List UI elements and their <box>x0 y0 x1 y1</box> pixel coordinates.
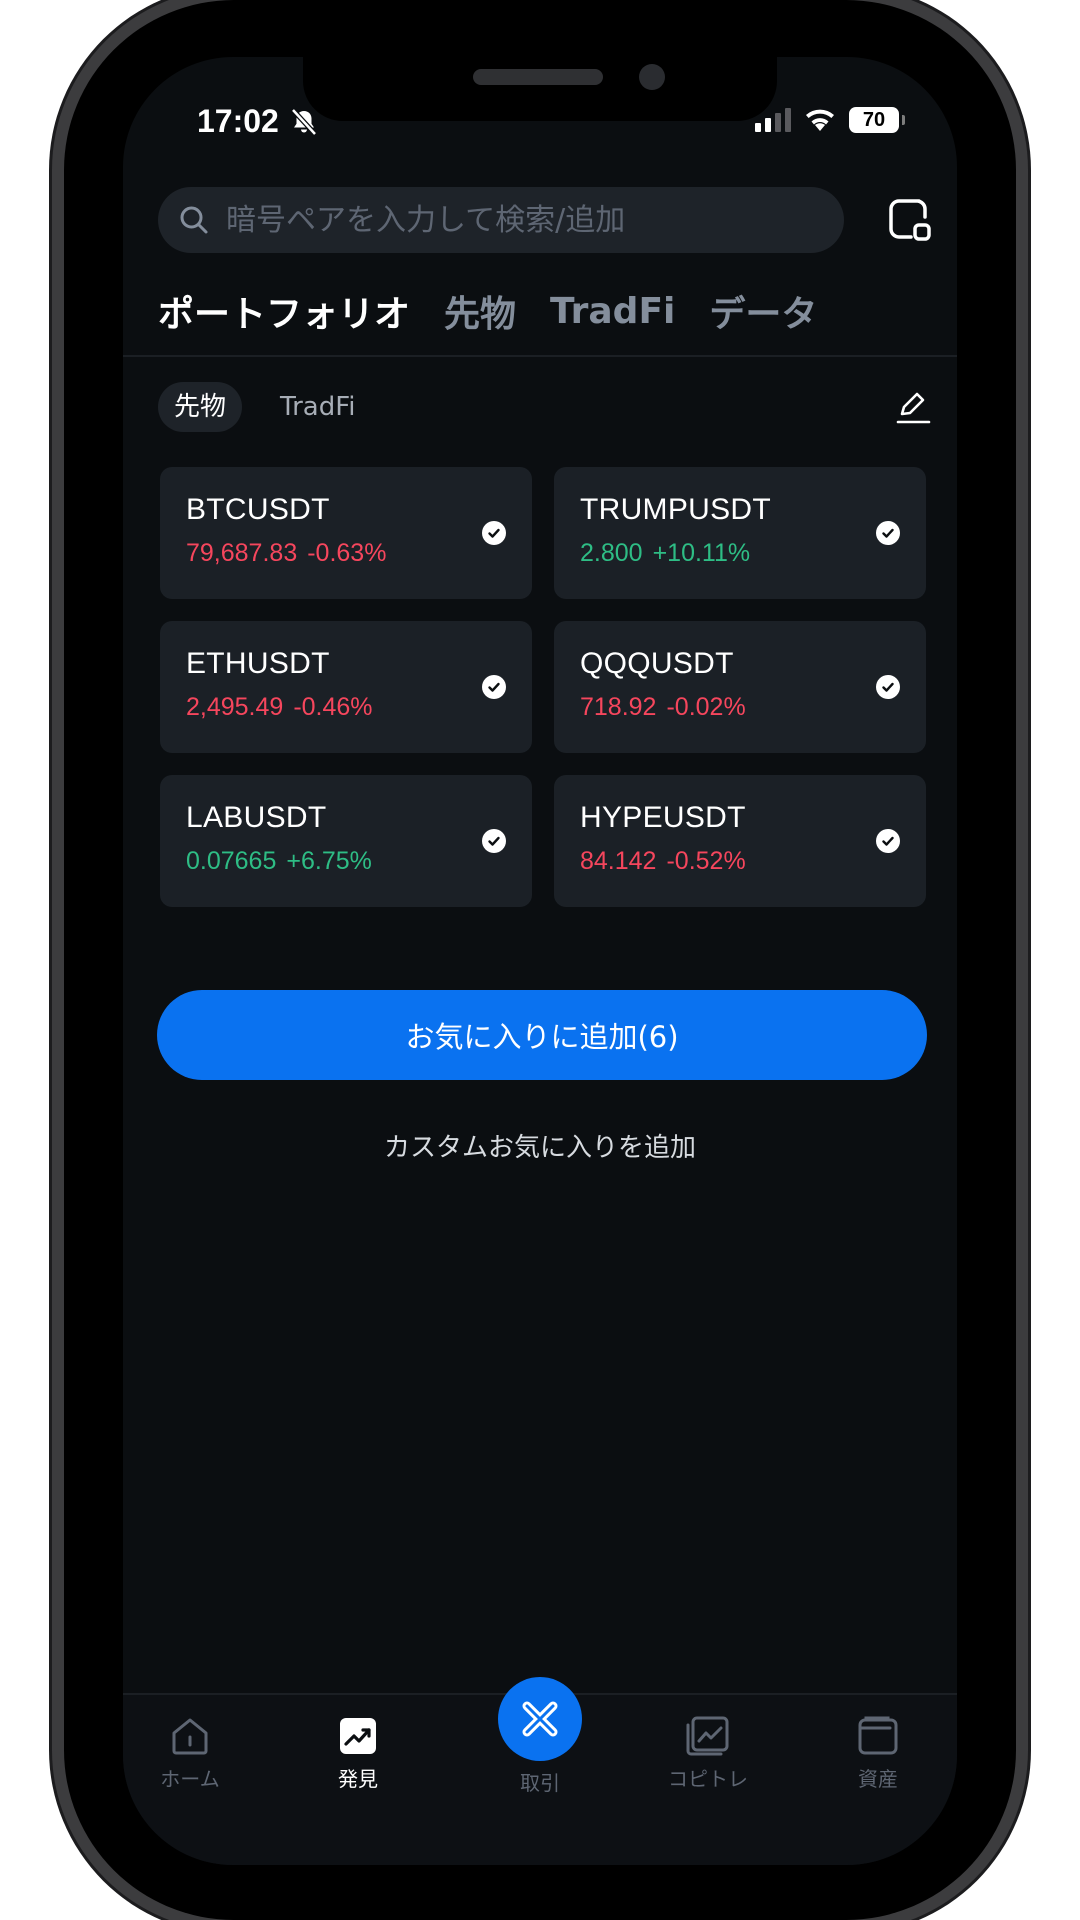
pair-quote: 0.07665 +6.75% <box>186 847 532 876</box>
pair-change: -0.02% <box>666 693 746 721</box>
pair-quote: 2.800 +10.11% <box>580 539 926 568</box>
device-stage: 17:02 70 暗号ペアを入力して検索/追加 ポートフォリオ 先物 TradF… <box>0 0 1080 1920</box>
tab-tradfi[interactable]: TradFi <box>550 291 675 332</box>
pair-quote: 79,687.83 -0.63% <box>186 539 532 568</box>
pair-price: 718.92 <box>580 693 657 721</box>
tab-portfolio[interactable]: ポートフォリオ <box>158 285 410 337</box>
sub-tab-bar: 先物 TradFi <box>158 382 372 432</box>
nav-label: ホーム <box>160 1767 220 1791</box>
pair-card-hypeusdt[interactable]: HYPEUSDT 84.142 -0.52% <box>554 775 926 907</box>
pair-symbol: HYPEUSDT <box>580 801 746 834</box>
pair-symbol: ETHUSDT <box>186 647 330 680</box>
pair-change: +6.75% <box>286 847 372 875</box>
pair-change: -0.46% <box>293 693 373 721</box>
pair-change: +10.11% <box>652 539 751 567</box>
pair-symbol: BTCUSDT <box>186 493 330 526</box>
pair-price: 2.800 <box>580 539 643 567</box>
check-icon[interactable] <box>482 829 506 853</box>
pair-quote: 718.92 -0.02% <box>580 693 926 722</box>
nav-label: コピトレ <box>668 1767 748 1791</box>
speaker-grille <box>473 69 603 85</box>
pair-change: -0.52% <box>666 847 746 875</box>
pair-price: 79,687.83 <box>186 539 298 567</box>
nav-label: 発見 <box>338 1767 378 1791</box>
status-time: 17:02 <box>197 103 279 139</box>
discover-icon <box>340 1718 376 1754</box>
pair-card-qqqusdt[interactable]: QQQUSDT 718.92 -0.02% <box>554 621 926 753</box>
app-screen: 17:02 70 暗号ペアを入力して検索/追加 ポートフォリオ 先物 TradF… <box>123 57 957 1865</box>
bell-muted-icon <box>291 108 317 136</box>
add-to-favorites-button[interactable]: お気に入りに追加(6) <box>157 990 927 1080</box>
check-icon[interactable] <box>876 675 900 699</box>
notch <box>303 57 777 121</box>
battery-indicator: 70 <box>849 107 905 133</box>
pair-price: 0.07665 <box>186 847 277 875</box>
wifi-icon <box>806 109 834 131</box>
tab-futures[interactable]: 先物 <box>444 285 516 337</box>
search-bar[interactable] <box>158 187 844 253</box>
check-icon[interactable] <box>876 829 900 853</box>
favorite-pairs-grid: BTCUSDT 79,687.83 -0.63% TRUMPUSDT 2.800 +… <box>160 467 926 907</box>
tab-data[interactable]: データ <box>709 285 817 337</box>
search-input[interactable] <box>224 201 788 239</box>
search-icon <box>180 206 208 234</box>
pair-quote: 84.142 -0.52% <box>580 847 926 876</box>
nav-trade[interactable]: 取引 <box>465 1677 615 1796</box>
pair-card-trumpusdt[interactable]: TRUMPUSDT 2.800 +10.11% <box>554 467 926 599</box>
cellular-signal-icon <box>755 108 791 132</box>
add-custom-favorites-link[interactable]: カスタムお気に入りを追加 <box>123 1127 957 1164</box>
nav-home[interactable]: ホーム <box>123 1715 265 1792</box>
nav-label: 資産 <box>858 1767 898 1791</box>
pair-card-btcusdt[interactable]: BTCUSDT 79,687.83 -0.63% <box>160 467 532 599</box>
front-camera <box>639 64 665 90</box>
pair-card-ethusdt[interactable]: ETHUSDT 2,495.49 -0.46% <box>160 621 532 753</box>
pair-quote: 2,495.49 -0.46% <box>186 693 532 722</box>
bottom-navigation: ホーム 発見 取引 コピトレ 資産 <box>123 1677 957 1865</box>
pair-card-labusdt[interactable]: LABUSDT 0.07665 +6.75% <box>160 775 532 907</box>
pair-symbol: TRUMPUSDT <box>580 493 772 526</box>
home-icon <box>172 1718 208 1755</box>
nav-discover[interactable]: 発見 <box>283 1715 433 1792</box>
check-icon[interactable] <box>482 675 506 699</box>
nav-label: 取引 <box>520 1771 560 1795</box>
status-indicators: 70 <box>755 107 905 133</box>
nav-assets[interactable]: 資産 <box>803 1715 953 1792</box>
nav-copy-trade[interactable]: コピトレ <box>633 1715 783 1792</box>
edit-icon[interactable] <box>893 387 933 427</box>
wallet-icon <box>858 1716 898 1755</box>
pair-price: 84.142 <box>580 847 657 875</box>
pair-change: -0.63% <box>307 539 387 567</box>
check-icon[interactable] <box>876 521 900 545</box>
check-icon[interactable] <box>482 521 506 545</box>
scan-icon[interactable] <box>885 195 935 245</box>
trade-icon <box>498 1677 582 1761</box>
tab-divider <box>123 355 957 357</box>
top-tab-bar: ポートフォリオ 先物 TradFi データ <box>158 285 817 337</box>
pair-symbol: LABUSDT <box>186 801 327 834</box>
subtab-futures[interactable]: 先物 <box>158 382 243 432</box>
subtab-tradfi[interactable]: TradFi <box>264 382 371 432</box>
power-button <box>1016 440 1028 668</box>
pair-price: 2,495.49 <box>186 693 284 721</box>
copy-trade-icon <box>686 1716 729 1756</box>
pair-symbol: QQQUSDT <box>580 647 734 680</box>
